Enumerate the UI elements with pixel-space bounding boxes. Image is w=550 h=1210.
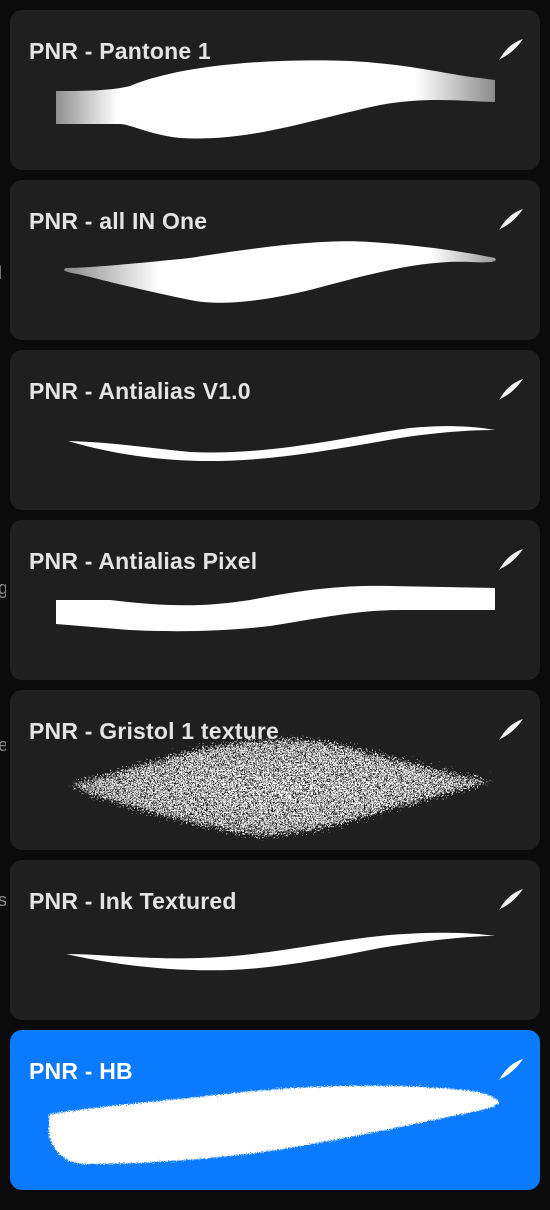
brush-name: PNR - Pantone 1 <box>29 38 211 64</box>
stroke-preview <box>66 932 495 971</box>
brush-name: PNR - Antialias Pixel <box>29 548 258 574</box>
brush-library-panel: l g e s PNR - Pantone 1 <box>0 0 550 1210</box>
clipped-edge-glyph: g <box>0 578 6 598</box>
brush-name: PNR - HB <box>29 1058 133 1084</box>
brush-stroke-icon <box>499 719 523 740</box>
clipped-edge-glyph: l <box>0 263 6 283</box>
brush-name: PNR - all IN One <box>29 208 208 234</box>
brush-stroke-icon <box>499 889 523 910</box>
brush-stroke-icon <box>499 379 523 400</box>
brush-stroke-icon <box>499 1059 523 1080</box>
brush-item[interactable]: PNR - Gristol 1 texture <box>10 690 540 850</box>
stroke-preview <box>56 60 495 139</box>
stroke-preview <box>56 585 495 632</box>
brush-stroke-icon <box>499 209 523 230</box>
clipped-edge-glyph: e <box>0 735 6 755</box>
brush-item[interactable]: PNR - Pantone 1 <box>10 10 540 170</box>
brush-name: PNR - Antialias V1.0 <box>29 378 251 404</box>
brush-stroke-icon <box>499 549 523 570</box>
stroke-preview <box>64 241 496 303</box>
brush-item[interactable]: PNR - Antialias Pixel <box>10 520 540 680</box>
brush-item[interactable]: PNR - Ink Textured <box>10 860 540 1020</box>
clipped-edge-glyph: s <box>0 890 6 910</box>
brush-item[interactable]: PNR - all IN One <box>10 180 540 340</box>
stroke-preview <box>68 426 495 462</box>
stroke-preview <box>49 1085 499 1164</box>
brush-item-selected[interactable]: PNR - HB <box>10 1030 540 1190</box>
brush-item[interactable]: PNR - Antialias V1.0 <box>10 350 540 510</box>
brush-name: PNR - Ink Textured <box>29 888 237 914</box>
stroke-preview <box>74 740 490 835</box>
brush-stroke-icon <box>499 39 523 60</box>
